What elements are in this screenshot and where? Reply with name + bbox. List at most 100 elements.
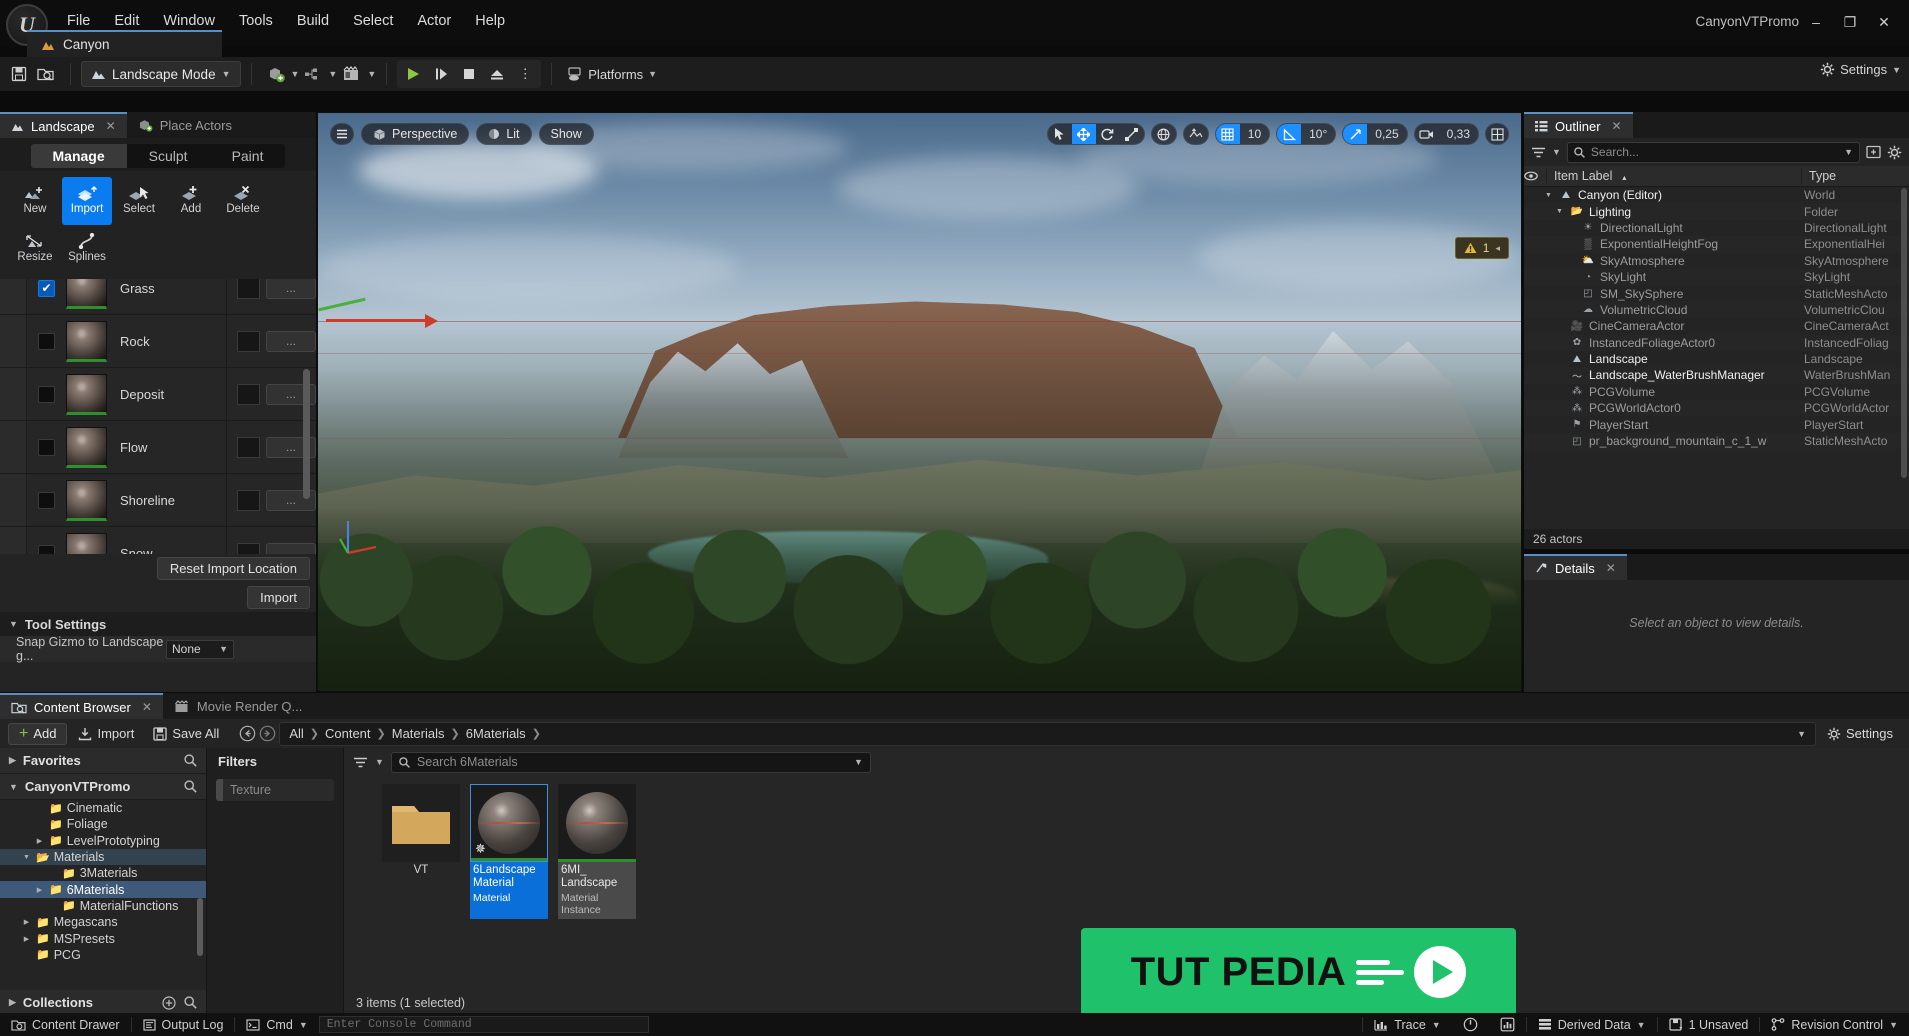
chevron-right-icon[interactable]: ▶ (34, 886, 45, 894)
outliner-row[interactable]: ▒ ExponentialHeightFog ExponentialHei (1524, 236, 1909, 253)
tree-node[interactable]: ▶ 📁 LevelPrototyping (0, 833, 206, 849)
chevron-down-icon[interactable]: ▼ (291, 69, 300, 79)
layer-thumbnail[interactable] (66, 532, 107, 554)
viewport-layout-icon[interactable] (1485, 123, 1509, 145)
layer-checkbox[interactable] (38, 491, 55, 509)
play-options-button[interactable]: ⋮ (512, 61, 538, 87)
layer-color-swatch[interactable] (237, 383, 260, 405)
rotate-icon[interactable] (1096, 124, 1120, 144)
tab-paint[interactable]: Paint (210, 144, 286, 168)
show-menu-dropdown[interactable]: Show (538, 123, 594, 145)
layer-color-swatch[interactable] (237, 489, 260, 511)
move-icon[interactable] (1071, 124, 1096, 144)
tree-node[interactable]: 📁 PCG (0, 947, 206, 963)
save-icon[interactable] (6, 61, 32, 87)
performance-toggle[interactable] (1452, 1013, 1489, 1036)
layer-color-swatch[interactable] (237, 330, 260, 352)
breadcrumb-content[interactable]: Content (325, 726, 371, 741)
console-command-input[interactable]: Enter Console Command (318, 1016, 649, 1033)
tree-node[interactable]: ▶ 📁 Megascans (0, 914, 206, 930)
outliner-scrollbar[interactable] (1901, 188, 1907, 478)
outliner-row[interactable]: ◰ pr_background_mountain_c_1_w StaticMeshA… (1524, 432, 1909, 450)
trace-button[interactable]: Trace ▼ (1363, 1013, 1451, 1036)
derived-data-button[interactable]: Derived Data ▼ (1527, 1013, 1657, 1036)
outliner-row[interactable]: 〜 Landscape_WaterBrushManager WaterBrushMa… (1524, 367, 1909, 384)
angle-snap-icon[interactable] (1277, 124, 1302, 144)
save-all-button[interactable]: Save All (145, 723, 227, 745)
tool-add[interactable]: Add (166, 177, 216, 225)
tool-resize[interactable]: Resize (10, 225, 60, 273)
cmd-dropdown[interactable]: Cmd ▼ (235, 1013, 318, 1036)
search-icon[interactable] (184, 754, 197, 767)
landscape-layer-row[interactable]: Flow... (0, 421, 316, 474)
outliner-row[interactable]: ◰ SM_SkySphere StaticMeshActo (1524, 285, 1909, 301)
filter-icon[interactable] (1531, 146, 1546, 159)
tab-outliner[interactable]: Outliner ✕ (1524, 112, 1633, 138)
world-coordinate-icon[interactable] (1152, 124, 1176, 144)
close-icon[interactable]: ✕ (142, 700, 152, 714)
layer-thumbnail[interactable] (66, 426, 107, 468)
add-actor-icon[interactable] (262, 61, 291, 87)
outliner-row[interactable]: ⛰ Landscape Landscape (1524, 351, 1909, 367)
chevron-down-icon[interactable]: ▼ (367, 69, 376, 79)
chevron-down-icon[interactable]: ▼ (375, 757, 384, 767)
unsaved-button[interactable]: 1 Unsaved (1658, 1013, 1760, 1036)
chevron-down-icon[interactable]: ▼ (1554, 208, 1565, 215)
layer-checkbox[interactable] (38, 438, 55, 456)
chevron-down-icon[interactable]: ▼ (854, 757, 863, 767)
tab-sculpt[interactable]: Sculpt (127, 144, 210, 168)
tool-import[interactable]: Import (62, 177, 112, 225)
content-browser-settings-button[interactable]: Settings (1819, 723, 1901, 745)
search-icon[interactable] (184, 780, 197, 793)
filter-chip-texture[interactable]: Texture (216, 779, 334, 801)
outliner-row[interactable]: 🎥 CineCameraActor CineCameraAct (1524, 318, 1909, 334)
chevron-down-icon[interactable]: ▼ (1844, 147, 1853, 157)
tool-delete[interactable]: Delete (218, 177, 268, 225)
browse-content-icon[interactable] (32, 61, 60, 87)
landscape-layer-row[interactable]: Shoreline... (0, 474, 316, 527)
outliner-row[interactable]: ◔ SkyLight SkyLight (1524, 268, 1909, 286)
camera-mode-dropdown[interactable]: Perspective (361, 123, 470, 145)
revision-control-button[interactable]: Revision Control ▼ (1760, 1013, 1909, 1036)
blueprints-icon[interactable] (299, 61, 328, 87)
save-preset-icon[interactable] (1866, 145, 1881, 159)
layer-list-scrollbar[interactable] (303, 369, 310, 499)
menu-item-actor[interactable]: Actor (405, 10, 463, 32)
gizmo-x-axis[interactable] (326, 314, 438, 328)
minimize-button[interactable]: – (1799, 8, 1833, 36)
eye-icon[interactable] (1524, 171, 1546, 181)
chevron-down-icon[interactable]: ▼ (21, 854, 32, 861)
viewport-warning-badge[interactable]: 1 ◂ (1454, 237, 1509, 259)
cinematics-icon[interactable] (337, 61, 367, 87)
tab-details[interactable]: Details ✕ (1524, 554, 1627, 580)
tab-content-browser[interactable]: Content Browser ✕ (0, 693, 163, 719)
chevron-right-icon[interactable]: ▶ (34, 837, 45, 845)
column-type[interactable]: Type (1801, 169, 1909, 183)
chevron-down-icon[interactable]: ▼ (1552, 147, 1561, 157)
close-icon[interactable]: ✕ (1606, 561, 1616, 575)
layer-thumbnail[interactable] (66, 479, 107, 521)
outliner-row[interactable]: ✿ InstancedFoliageActor0 InstancedFoliag (1524, 334, 1909, 351)
tree-node[interactable]: ▶ 📁 MSPresets (0, 930, 206, 946)
tool-select[interactable]: Select (114, 177, 164, 225)
arrow-left-circle-icon[interactable] (239, 725, 256, 742)
landscape-layer-row[interactable]: Rock... (0, 315, 316, 368)
outliner-row[interactable]: ☀ DirectionalLight DirectionalLight (1524, 220, 1909, 236)
eject-button[interactable] (484, 61, 510, 87)
layer-color-swatch[interactable] (237, 436, 260, 458)
reset-import-location-button[interactable]: Reset Import Location (156, 557, 310, 580)
scale-snap-icon[interactable] (1343, 124, 1368, 144)
import-button[interactable]: Import (70, 723, 142, 745)
toolbar-settings-button[interactable]: Settings ▼ (1820, 62, 1901, 77)
gizmo-y-axis[interactable] (318, 297, 366, 312)
outliner-row[interactable]: ⁂ PCGWorldActor0 PCGWorldActor (1524, 400, 1909, 417)
add-button[interactable]: + Add (8, 722, 68, 745)
tab-movie-render-queue[interactable]: Movie Render Q... (163, 693, 314, 719)
arrow-right-circle-icon[interactable] (259, 725, 276, 742)
level-viewport[interactable]: Perspective Lit Show 10 10° 0,25 0,33 1 … (317, 112, 1522, 692)
tab-place-actors[interactable]: Place Actors (127, 112, 243, 138)
outliner-row[interactable]: ⛅ SkyAtmosphere SkyAtmosphere (1524, 253, 1909, 269)
column-item-label[interactable]: Item Label ▲ (1546, 169, 1801, 183)
chevron-left-icon[interactable]: ◂ (1495, 243, 1500, 254)
layer-thumbnail[interactable] (66, 279, 107, 309)
